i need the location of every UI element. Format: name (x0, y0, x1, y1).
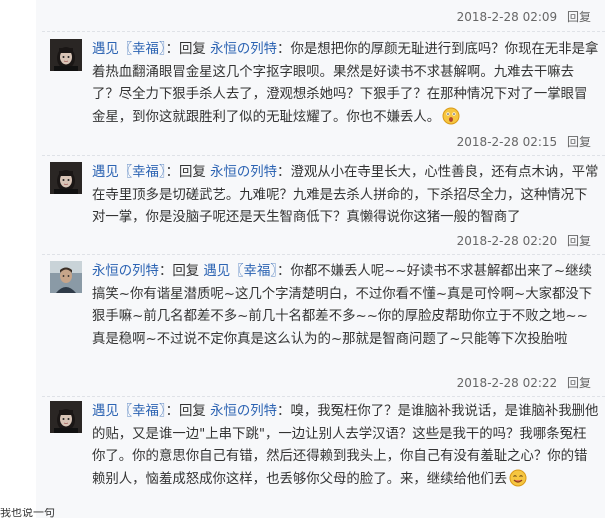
reply-target-link[interactable]: 永恒の列特 (210, 165, 277, 180)
reply-content: 遇见〖幸福〗：回复 永恒の列特：嗅，我冤枉你了？是谁脑补我说话，是谁脑补我删他的… (92, 404, 599, 487)
reply-content: 永恒の列特：回复 遇见〖幸福〗：你都不嫌丢人呢~~好读书不求甚解都出来了~继续搞… (92, 264, 593, 347)
reply-text: 澄观从小在寺里长大，心性善良，还有点木讷，平常在寺里顶多是切磋武艺。九难呢？九难… (92, 165, 599, 226)
reply-target-link[interactable]: 遇见〖幸福〗 (203, 264, 277, 279)
girl-portrait-icon (50, 162, 82, 194)
reply-action: 回复 (179, 165, 206, 180)
reply-thread: 2018-2-28 02:09 回复 遇见〖幸福〗：回复 永恒の列特：你是想把你… (36, 0, 605, 518)
reply-button[interactable]: 回复 (567, 135, 591, 149)
reply-content: 遇见〖幸福〗：回复 永恒の列特：澄观从小在寺里长大，心性善良，还有点木讷，平常在… (92, 165, 599, 226)
list-item: 永恒の列特：回复 遇见〖幸福〗：你都不嫌丢人呢~~好读书不求甚解都出来了~继续搞… (50, 261, 599, 371)
reply-button[interactable]: 回复 (567, 234, 591, 248)
username-link[interactable]: 遇见〖幸福〗 (92, 165, 166, 180)
avatar[interactable] (50, 39, 82, 71)
shocked-face-emoji-icon (442, 107, 460, 125)
divider (42, 396, 605, 397)
reply-target-link[interactable]: 永恒の列特 (210, 404, 277, 419)
reply-button[interactable]: 回复 (567, 10, 591, 24)
reply-time: 2018-2-28 02:20 (456, 234, 558, 248)
username-link[interactable]: 永恒の列特 (92, 264, 159, 279)
username-link[interactable]: 遇见〖幸福〗 (92, 42, 166, 57)
reply-time: 2018-2-28 02:22 (456, 376, 558, 390)
reply-text: 你是想把你的厚颜无耻进行到底吗？你现在无非是拿着热血翻涌眼冒金星这几个字抠字眼呗… (92, 42, 599, 125)
reply-meta: 2018-2-28 02:22 回复 (457, 374, 591, 391)
divider (42, 254, 605, 255)
comment-link[interactable]: 我也说一句 (0, 508, 80, 518)
reply-action: 回复 (179, 42, 206, 57)
avatar[interactable] (50, 162, 82, 194)
reply-action: 回复 (179, 404, 206, 419)
smiling-face-emoji-icon (509, 469, 527, 487)
reply-time: 2018-2-28 02:09 (456, 10, 558, 24)
reply-action: 回复 (172, 264, 200, 279)
reply-time: 2018-2-28 02:15 (456, 135, 558, 149)
girl-portrait-icon (50, 401, 82, 433)
man-portrait-icon (50, 261, 82, 293)
reply-text: 你都不嫌丢人呢~~好读书不求甚解都出来了~继续搞笑~你有谐星潜质呢~这几个字清楚… (92, 264, 593, 347)
reply-button[interactable]: 回复 (567, 376, 591, 390)
reply-meta: 2018-2-28 02:15 回复 (457, 133, 591, 150)
divider (42, 155, 605, 156)
girl-portrait-icon (50, 39, 82, 71)
reply-target-link[interactable]: 永恒の列特 (210, 42, 277, 57)
list-item: 遇见〖幸福〗：回复 永恒の列特：嗅，我冤枉你了？是谁脑补我说话，是谁脑补我删他的… (50, 401, 599, 509)
divider (42, 31, 605, 32)
reply-meta: 2018-2-28 02:09 回复 (457, 8, 591, 25)
reply-content: 遇见〖幸福〗：回复 永恒の列特：你是想把你的厚颜无耻进行到底吗？你现在无非是拿着… (92, 42, 599, 125)
avatar[interactable] (50, 261, 82, 293)
username-link[interactable]: 遇见〖幸福〗 (92, 404, 166, 419)
avatar[interactable] (50, 401, 82, 433)
reply-meta: 2018-2-28 02:20 回复 (457, 232, 591, 249)
